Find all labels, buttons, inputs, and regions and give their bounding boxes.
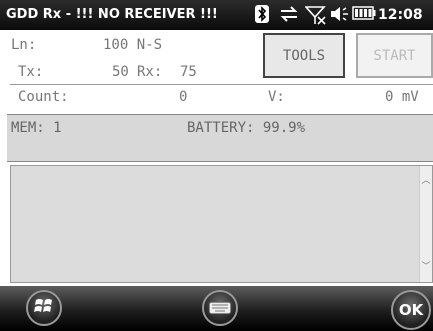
keyboard-icon bbox=[209, 299, 231, 318]
rx-value[interactable]: 75 bbox=[180, 64, 197, 80]
divider bbox=[10, 84, 433, 85]
log-area[interactable]: ︿ ﹀ bbox=[10, 165, 433, 283]
count-label: Count: bbox=[18, 89, 69, 105]
windows-start-icon bbox=[34, 297, 54, 319]
sync-icon[interactable] bbox=[279, 5, 299, 27]
memory-status: MEM: 1 bbox=[11, 120, 62, 136]
scroll-down-icon[interactable]: ﹀ bbox=[420, 260, 432, 274]
status-panel: MEM: 1 BATTERY: 99.9% bbox=[7, 114, 433, 162]
bottom-bar: OK bbox=[0, 286, 433, 331]
line-value[interactable]: 100 N-S bbox=[103, 37, 162, 53]
volume-icon[interactable] bbox=[330, 5, 350, 27]
scroll-up-icon[interactable]: ︿ bbox=[420, 174, 432, 188]
clock-time[interactable]: 12:08 bbox=[378, 7, 423, 23]
signal-icon[interactable] bbox=[304, 5, 327, 29]
voltage-value: 0 mV bbox=[385, 89, 419, 105]
rx-label: Rx: bbox=[137, 64, 163, 80]
app-title: GDD Rx - !!! NO RECEIVER !!! bbox=[6, 7, 218, 22]
windows-start-button[interactable] bbox=[26, 290, 62, 326]
battery-status: BATTERY: 99.9% bbox=[187, 120, 306, 136]
log-scrollbar[interactable]: ︿ ﹀ bbox=[419, 166, 432, 282]
voltage-label: V: bbox=[268, 89, 285, 105]
start-button[interactable]: START bbox=[356, 33, 433, 78]
keyboard-button[interactable] bbox=[202, 290, 238, 326]
ok-button[interactable]: OK bbox=[391, 290, 431, 330]
tools-button[interactable]: TOOLS bbox=[263, 33, 345, 78]
battery-icon[interactable] bbox=[352, 5, 376, 25]
tx-value[interactable]: 50 bbox=[112, 64, 129, 80]
title-bar: GDD Rx - !!! NO RECEIVER !!! 12:08 bbox=[0, 0, 433, 30]
line-label: Ln: bbox=[11, 37, 37, 53]
bluetooth-icon[interactable] bbox=[255, 5, 269, 27]
tx-label: Tx: bbox=[18, 64, 44, 80]
count-value: 0 bbox=[179, 89, 188, 105]
ok-label: OK bbox=[398, 301, 424, 319]
